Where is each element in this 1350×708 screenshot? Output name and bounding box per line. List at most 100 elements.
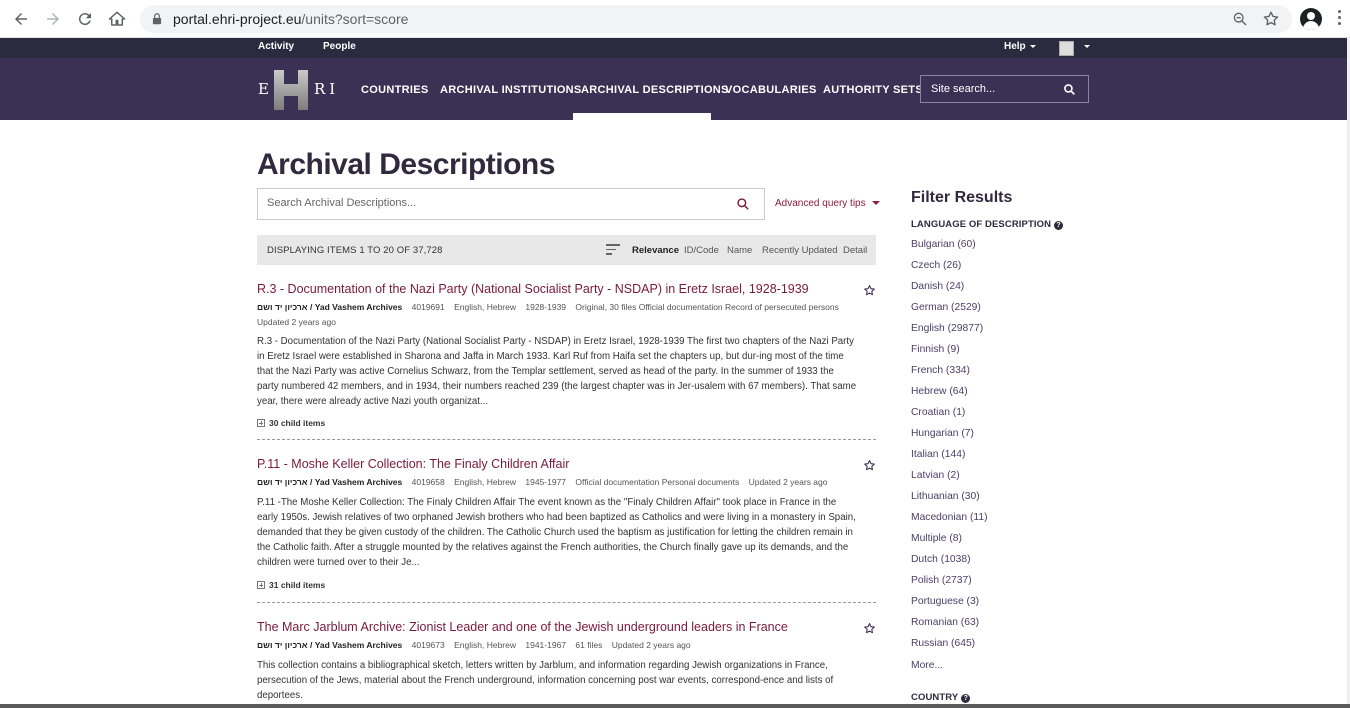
facet-item-hungarian[interactable]: Hungarian (7) — [911, 428, 988, 449]
facet-item-polish[interactable]: Polish (2737) — [911, 575, 988, 596]
language-facet-list: Bulgarian (60) Czech (26) Danish (24) Ge… — [911, 239, 988, 659]
child-items-toggle[interactable]: 31 child items — [257, 580, 325, 590]
url-path: /units?sort=score — [301, 11, 409, 27]
browser-toolbar: portal.ehri-project.eu/units?sort=score — [0, 0, 1350, 38]
facet-item-latvian[interactable]: Latvian (2) — [911, 470, 988, 491]
nav-countries[interactable]: COUNTRIES — [361, 84, 428, 96]
activity-link[interactable]: Activity — [258, 41, 294, 52]
result-description: P.11 -The Moshe Keller Collection: The F… — [257, 497, 856, 568]
url-text[interactable]: portal.ehri-project.eu/units?sort=score — [173, 11, 408, 27]
sort-recently-updated[interactable]: Recently Updated — [762, 245, 838, 256]
facet-more-link[interactable]: More... — [911, 660, 943, 671]
home-icon[interactable] — [106, 8, 128, 30]
result-title-link[interactable]: The Marc Jarblum Archive: Zionist Leader… — [257, 620, 788, 634]
user-menu-toggle[interactable] — [1080, 41, 1090, 52]
result-item: The Marc Jarblum Archive: Zionist Leader… — [257, 620, 876, 704]
result-meta: ארכיון יד ושם / Yad Vashem Archives 4019… — [257, 477, 835, 487]
facet-item-multiple[interactable]: Multiple (8) — [911, 533, 988, 554]
help-question-icon[interactable]: ? — [1054, 221, 1064, 230]
result-id: 4019658 — [411, 477, 445, 487]
search-icon[interactable] — [1063, 83, 1076, 96]
results-count: DISPLAYING ITEMS 1 TO 20 OF 37,728 — [267, 245, 443, 256]
result-languages: English, Hebrew — [454, 302, 516, 312]
main-navigation: E RI COUNTRIES ARCHIVAL INSTITUTIONS ARC… — [0, 58, 1350, 120]
forward-arrow-icon[interactable] — [42, 8, 64, 30]
chevron-down-icon — [871, 201, 880, 206]
archival-search-input[interactable] — [267, 197, 707, 209]
facet-item-german[interactable]: German (2529) — [911, 302, 988, 323]
address-bar[interactable]: portal.ehri-project.eu/units?sort=score — [140, 5, 1292, 33]
browser-menu-icon[interactable] — [1336, 10, 1342, 28]
result-title-link[interactable]: R.3 - Documentation of the Nazi Party (N… — [257, 282, 809, 296]
result-item: R.3 - Documentation of the Nazi Party (N… — [257, 282, 876, 442]
facet-item-hebrew[interactable]: Hebrew (64) — [911, 386, 988, 407]
sort-relevance[interactable]: Relevance — [632, 245, 679, 256]
nav-vocabularies[interactable]: VOCABULARIES — [725, 84, 817, 96]
chevron-down-icon — [1084, 44, 1090, 48]
result-divider — [257, 439, 876, 440]
filter-results-title: Filter Results — [911, 189, 1013, 206]
star-outline-icon[interactable] — [863, 284, 876, 297]
facet-item-romanian[interactable]: Romanian (63) — [911, 617, 988, 638]
facet-item-portuguese[interactable]: Portuguese (3) — [911, 596, 988, 617]
sort-icon — [606, 244, 620, 256]
user-avatar[interactable] — [1059, 41, 1074, 56]
star-outline-icon[interactable] — [863, 459, 876, 472]
help-menu[interactable]: Help — [1004, 41, 1036, 52]
facet-item-dutch[interactable]: Dutch (1038) — [911, 554, 988, 575]
facet-item-danish[interactable]: Danish (24) — [911, 281, 988, 302]
expand-plus-icon — [257, 581, 265, 589]
sort-name[interactable]: Name — [727, 245, 752, 256]
utility-bar: Activity People Help — [0, 38, 1350, 58]
facet-item-french[interactable]: French (334) — [911, 365, 988, 386]
result-extent: 61 files — [575, 640, 603, 650]
star-outline-icon[interactable] — [863, 622, 876, 635]
result-meta: ארכיון יד ושם / Yad Vashem Archives 4019… — [257, 640, 698, 650]
child-items-toggle[interactable]: 30 child items — [257, 418, 325, 428]
facet-item-russian[interactable]: Russian (645) — [911, 638, 988, 659]
holder-link[interactable]: ארכיון יד ושם / Yad Vashem Archives — [257, 640, 402, 650]
facet-item-croatian[interactable]: Croatian (1) — [911, 407, 988, 428]
result-updated: Updated 2 years ago — [748, 477, 828, 487]
result-updated: Updated 2 years ago — [257, 317, 336, 327]
nav-archival-institutions[interactable]: ARCHIVAL INSTITUTIONS — [440, 84, 582, 96]
site-search-field[interactable]: Site search... — [920, 75, 1089, 103]
bookmark-star-icon[interactable] — [1262, 10, 1280, 28]
people-link[interactable]: People — [323, 41, 356, 52]
result-dates: 1928-1939 — [525, 302, 567, 312]
ehri-logo[interactable]: E RI — [258, 68, 340, 110]
sort-id-code[interactable]: ID/Code — [684, 245, 719, 256]
search-icon[interactable] — [736, 197, 750, 211]
advanced-query-tips-toggle[interactable]: Advanced query tips — [775, 198, 880, 209]
facet-item-italian[interactable]: Italian (144) — [911, 449, 988, 470]
results-toolbar: DISPLAYING ITEMS 1 TO 20 OF 37,728 Relev… — [257, 235, 876, 265]
result-id: 4019691 — [411, 302, 445, 312]
profile-avatar-icon[interactable] — [1300, 8, 1322, 30]
result-id: 4019673 — [411, 640, 445, 650]
facet-item-lithuanian[interactable]: Lithuanian (30) — [911, 491, 988, 512]
nav-archival-descriptions[interactable]: ARCHIVAL DESCRIPTIONS — [581, 84, 729, 96]
result-dates: 1941-1967 — [525, 640, 567, 650]
reload-icon[interactable] — [74, 8, 96, 30]
zoom-icon[interactable] — [1232, 11, 1248, 27]
holder-link[interactable]: ארכיון יד ושם / Yad Vashem Archives — [257, 477, 402, 487]
lock-icon[interactable] — [150, 12, 164, 26]
nav-authority-sets[interactable]: AUTHORITY SETS — [823, 84, 923, 96]
sort-detail[interactable]: Detail — [843, 245, 867, 256]
result-title-link[interactable]: P.11 - Moshe Keller Collection: The Fina… — [257, 457, 569, 471]
country-facet-label: COUNTRY — [911, 692, 959, 703]
logo-letters-ri: RI — [314, 80, 340, 98]
facet-item-bulgarian[interactable]: Bulgarian (60) — [911, 239, 988, 260]
url-host: portal.ehri-project.eu — [173, 11, 302, 27]
logo-h-mark — [274, 70, 308, 110]
facet-item-finnish[interactable]: Finnish (9) — [911, 344, 988, 365]
facet-item-english[interactable]: English (29877) — [911, 323, 988, 344]
facet-item-czech[interactable]: Czech (26) — [911, 260, 988, 281]
result-extent: Official documentation Personal document… — [575, 477, 740, 487]
result-languages: English, Hebrew — [454, 640, 516, 650]
holder-link[interactable]: ארכיון יד ושם / Yad Vashem Archives — [257, 302, 402, 312]
help-question-icon[interactable]: ? — [961, 694, 971, 703]
facet-item-macedonian[interactable]: Macedonian (11) — [911, 512, 988, 533]
child-items-label: 31 child items — [269, 580, 326, 590]
back-arrow-icon[interactable] — [10, 8, 32, 30]
